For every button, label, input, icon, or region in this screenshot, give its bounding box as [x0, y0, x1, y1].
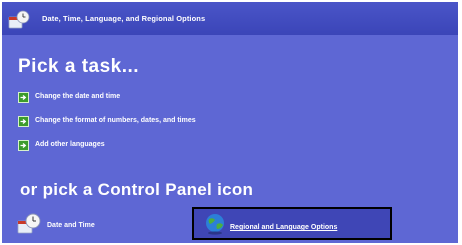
green-arrow-icon — [18, 92, 29, 103]
category-header: Date, Time, Language, and Regional Optio… — [2, 2, 458, 35]
green-arrow-icon — [18, 116, 29, 127]
task-label: Add other languages — [35, 141, 105, 148]
cp-item-label: Regional and Language Options — [230, 224, 338, 231]
cp-item-label: Date and Time — [47, 222, 95, 229]
clock-icon — [17, 213, 41, 234]
globe-icon — [206, 214, 224, 235]
regional-language-item[interactable]: Regional and Language Options — [192, 207, 392, 240]
date-and-time-item[interactable]: Date and Time — [16, 210, 136, 238]
task-label: Change the format of numbers, dates, and… — [35, 117, 196, 124]
pick-task-heading: Pick a task... — [18, 56, 140, 77]
task-label: Change the date and time — [35, 93, 121, 100]
date-time-language-icon — [8, 10, 30, 29]
control-panel-window: Date, Time, Language, and Regional Optio… — [2, 2, 458, 243]
green-arrow-icon — [18, 140, 29, 151]
window-title: Date, Time, Language, and Regional Optio… — [42, 14, 206, 23]
control-panel-heading: or pick a Control Panel icon — [20, 180, 254, 199]
